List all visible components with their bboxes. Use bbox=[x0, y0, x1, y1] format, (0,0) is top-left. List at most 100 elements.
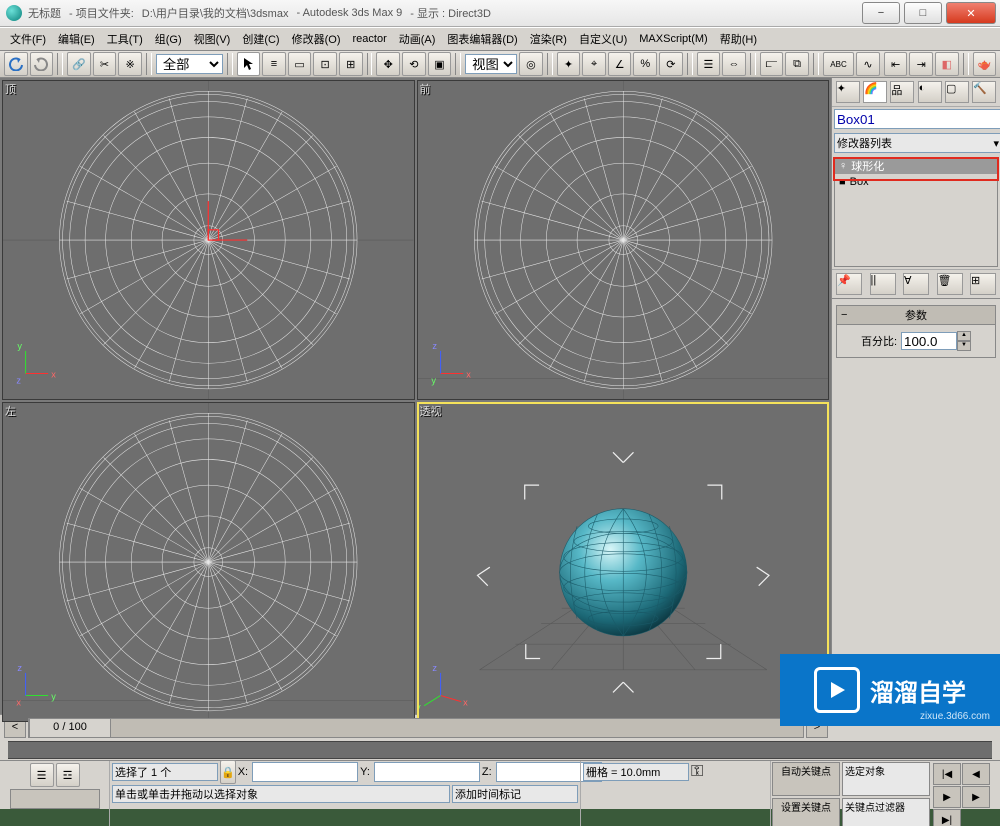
keyfilter-button[interactable]: 关键点过滤器 bbox=[842, 798, 930, 826]
menu-graph[interactable]: 图表编辑器(D) bbox=[441, 29, 523, 49]
lock-selection-button[interactable]: 🔒 bbox=[220, 760, 236, 784]
object-name-input[interactable] bbox=[834, 109, 1000, 129]
coord-x-input[interactable] bbox=[252, 762, 358, 782]
spinner-snap-button[interactable]: ⟳ bbox=[659, 52, 683, 76]
select-crossing-button[interactable]: ⊞ bbox=[339, 52, 363, 76]
viewport-top[interactable]: 顶 xyz bbox=[2, 80, 415, 400]
maximize-button[interactable]: □ bbox=[904, 2, 942, 24]
viewport-front[interactable]: 前 xzy bbox=[417, 80, 830, 400]
menu-view[interactable]: 视图(V) bbox=[188, 29, 237, 49]
minimize-button[interactable]: − bbox=[862, 2, 900, 24]
viewport-left[interactable]: 左 yzx bbox=[2, 402, 415, 722]
align-button[interactable]: ⫍ bbox=[760, 52, 784, 76]
unlink-button[interactable]: ✂ bbox=[93, 52, 117, 76]
time-slider-track[interactable]: 0 / 100 bbox=[28, 718, 804, 738]
lock-toggle[interactable] bbox=[10, 789, 100, 809]
menu-custom[interactable]: 自定义(U) bbox=[573, 29, 633, 49]
selobj-field[interactable]: 选定对象 bbox=[842, 762, 930, 796]
stack-item-label: Box bbox=[850, 176, 869, 188]
stack-item-box[interactable]: ■ Box bbox=[835, 174, 997, 190]
viewport-perspective[interactable]: 透视 bbox=[417, 402, 830, 722]
mirror-button[interactable]: ⇔ bbox=[722, 52, 746, 76]
snap-button[interactable]: ⌖ bbox=[582, 52, 606, 76]
tab-create-icon[interactable]: ✦ bbox=[836, 81, 860, 103]
timeline-track[interactable] bbox=[8, 741, 992, 759]
menu-edit[interactable]: 编辑(E) bbox=[52, 29, 101, 49]
menu-maxscript[interactable]: MAXScript(M) bbox=[633, 31, 713, 47]
pivot-button[interactable]: ◎ bbox=[519, 52, 543, 76]
next-frame-button[interactable]: ▶ bbox=[962, 786, 990, 808]
modifier-stack[interactable]: ♀ 球形化 ■ Box bbox=[834, 157, 998, 267]
svg-text:y: y bbox=[431, 376, 436, 386]
key-icon[interactable]: ⚿ bbox=[691, 763, 703, 781]
setkey-button[interactable]: 设置关键点 bbox=[772, 798, 840, 826]
select-name-button[interactable]: ≡ bbox=[262, 52, 286, 76]
abc-button[interactable]: ABC bbox=[823, 52, 854, 76]
goto-start-button[interactable]: |◀ bbox=[933, 763, 961, 785]
bind-button[interactable]: ※ bbox=[118, 52, 142, 76]
goto-end-button[interactable]: ▶| bbox=[933, 809, 961, 826]
play-button[interactable]: ▶ bbox=[933, 786, 961, 808]
eraser-button[interactable]: ◧ bbox=[935, 52, 959, 76]
render-button[interactable]: 🫖 bbox=[973, 52, 997, 76]
modifier-list-dropdown[interactable]: 修改器列表▾ bbox=[834, 133, 1000, 153]
scale-button[interactable]: ▣ bbox=[428, 52, 452, 76]
coord-y-input[interactable] bbox=[374, 762, 480, 782]
stack-item-spherify[interactable]: ♀ 球形化 bbox=[835, 158, 997, 174]
move-button[interactable]: ✥ bbox=[376, 52, 400, 76]
selection-set-dropdown[interactable]: 全部 bbox=[156, 54, 223, 74]
svg-text:z: z bbox=[432, 341, 437, 351]
menu-help[interactable]: 帮助(H) bbox=[714, 29, 763, 49]
menu-tools[interactable]: 工具(T) bbox=[101, 29, 149, 49]
select-window-button[interactable]: ⊡ bbox=[313, 52, 337, 76]
time-slider-thumb[interactable]: 0 / 100 bbox=[29, 718, 111, 738]
angle-snap-button[interactable]: ∠ bbox=[608, 52, 632, 76]
pin-stack-button[interactable]: 📌 bbox=[836, 273, 862, 295]
spin-down-icon[interactable]: ▼ bbox=[957, 341, 971, 351]
make-unique-button[interactable]: ∀ bbox=[903, 273, 929, 295]
undo-button[interactable] bbox=[4, 52, 28, 76]
go-end-button[interactable]: ⇥ bbox=[909, 52, 933, 76]
percent-spinner[interactable]: ▲▼ bbox=[901, 331, 971, 351]
manip-button[interactable]: ✦ bbox=[557, 52, 581, 76]
show-end-result-button[interactable]: || bbox=[870, 273, 896, 295]
params-rollout-header[interactable]: − 参数 bbox=[837, 306, 995, 325]
autokey-button[interactable]: 自动关键点 bbox=[772, 762, 840, 796]
remove-mod-button[interactable]: 🗑 bbox=[937, 273, 963, 295]
close-button[interactable]: ✕ bbox=[946, 2, 996, 24]
menu-create[interactable]: 创建(C) bbox=[236, 29, 285, 49]
link-button[interactable]: 🔗 bbox=[67, 52, 91, 76]
menu-file[interactable]: 文件(F) bbox=[4, 29, 52, 49]
tab-display-icon[interactable]: ▢ bbox=[945, 81, 969, 103]
menu-modifier[interactable]: 修改器(O) bbox=[286, 29, 347, 49]
watermark-url: zixue.3d66.com bbox=[920, 711, 990, 722]
script-listener-button[interactable]: ☰ bbox=[30, 763, 54, 787]
redo-button[interactable] bbox=[30, 52, 54, 76]
configure-sets-button[interactable]: ⊞ bbox=[970, 273, 996, 295]
percent-snap-button[interactable]: % bbox=[633, 52, 657, 76]
spin-up-icon[interactable]: ▲ bbox=[957, 331, 971, 341]
menu-reactor[interactable]: reactor bbox=[347, 31, 393, 47]
prompt-field: 单击或单击并拖动以选择对象 bbox=[112, 785, 450, 803]
layers-button[interactable]: ⧉ bbox=[785, 52, 809, 76]
menu-anim[interactable]: 动画(A) bbox=[393, 29, 442, 49]
curve-editor-button[interactable]: ∿ bbox=[856, 52, 880, 76]
menu-render[interactable]: 渲染(R) bbox=[524, 29, 573, 49]
percent-input[interactable] bbox=[901, 332, 957, 350]
ref-frame-dropdown[interactable]: 视图 bbox=[465, 54, 517, 74]
go-start-button[interactable]: ⇤ bbox=[884, 52, 908, 76]
rotate-button[interactable]: ⟲ bbox=[402, 52, 426, 76]
select-region-rect[interactable]: ▭ bbox=[288, 52, 312, 76]
menu-group[interactable]: 组(G) bbox=[149, 29, 188, 49]
tab-utilities-icon[interactable]: 🔨 bbox=[972, 81, 996, 103]
cube-icon: ■ bbox=[839, 176, 846, 188]
prev-frame-button[interactable]: ◀ bbox=[962, 763, 990, 785]
named-sel-button[interactable]: ☰ bbox=[697, 52, 721, 76]
tab-modify-icon[interactable]: 🌈 bbox=[863, 81, 887, 103]
tab-hierarchy-icon[interactable]: 品 bbox=[890, 81, 914, 103]
watermark-overlay: 溜溜自学 zixue.3d66.com bbox=[780, 654, 1000, 726]
timetag-field[interactable]: 添加时间标记 bbox=[452, 785, 578, 803]
select-button[interactable] bbox=[237, 52, 261, 76]
tab-motion-icon[interactable]: ◐ bbox=[918, 81, 942, 103]
script-mini-button[interactable]: ☲ bbox=[56, 763, 80, 787]
